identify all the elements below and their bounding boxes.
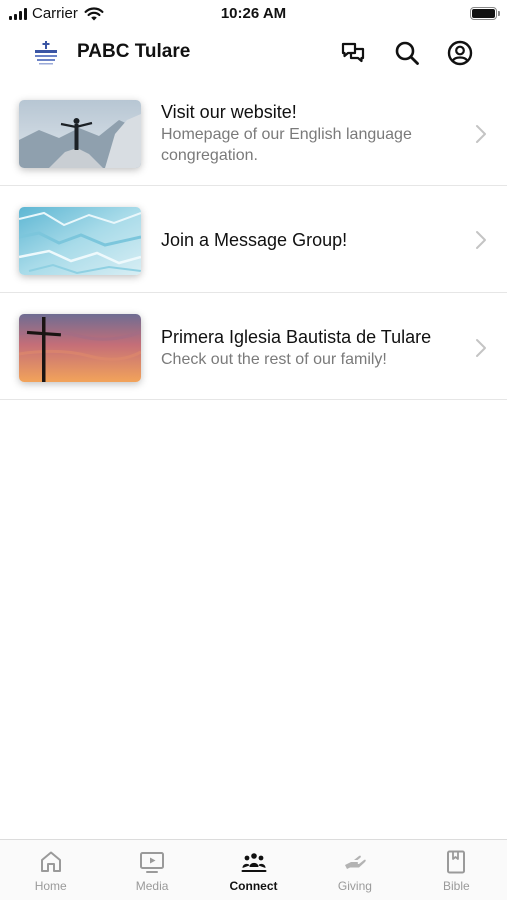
chat-button[interactable]: [339, 39, 367, 67]
people-group-icon: [241, 853, 267, 872]
list-item-message-group[interactable]: Join a Message Group!: [0, 186, 507, 293]
list-item-text: Join a Message Group!: [161, 229, 447, 251]
list-item-website[interactable]: Visit our website! Homepage of our Engli…: [0, 79, 507, 186]
tab-bible-label: Bible: [442, 879, 470, 893]
chevron-right-icon: [476, 231, 486, 249]
tab-media-label: Media: [135, 879, 169, 893]
chevron-right-icon: [476, 339, 486, 357]
search-icon: [395, 41, 419, 65]
list-item-title: Join a Message Group!: [161, 230, 348, 250]
tab-bible[interactable]: Bible: [406, 840, 507, 900]
chat-icon: [341, 42, 365, 63]
list-item-text: Visit our website! Homepage of our Engli…: [161, 101, 447, 166]
account-icon: [447, 40, 473, 66]
status-time: 10:26 AM: [220, 5, 287, 22]
status-bar: Carrier 10:26 AM: [0, 0, 507, 28]
tab-connect[interactable]: Connect: [203, 840, 304, 900]
tab-media[interactable]: Media: [101, 840, 202, 900]
thumbnail-cross-image: [19, 314, 141, 382]
account-button[interactable]: [446, 39, 474, 67]
list-item-primera-iglesia[interactable]: Primera Iglesia Bautista de Tulare Check…: [0, 293, 507, 400]
tab-home[interactable]: Home: [0, 840, 101, 900]
thumbnail-water-image: [19, 207, 141, 275]
app-title: PABC Tulare: [77, 41, 191, 62]
list-item-title: Primera Iglesia Bautista de Tulare: [161, 327, 432, 347]
list-item-text: Primera Iglesia Bautista de Tulare Check…: [161, 326, 447, 370]
search-button[interactable]: [393, 39, 421, 67]
chevron-right-icon: [476, 125, 486, 143]
giving-hand-icon: [344, 855, 366, 869]
tab-home-label: Home: [34, 879, 67, 893]
media-play-icon: [140, 852, 165, 873]
connect-link-list: Visit our website! Homepage of our Engli…: [0, 79, 507, 400]
thumbnail-mountain-image: [19, 100, 141, 168]
tab-bar: Home Media Connect Giving Bible: [0, 839, 507, 900]
tab-connect-label: Connect: [229, 879, 278, 893]
bible-book-icon: [447, 850, 466, 874]
list-item-subtitle: Check out the rest of our family!: [161, 351, 387, 368]
battery-icon: [470, 7, 500, 20]
tab-giving[interactable]: Giving: [304, 840, 405, 900]
list-item-subtitle: Homepage of our English language congreg…: [161, 126, 412, 164]
list-item-title: Visit our website!: [161, 102, 297, 122]
home-icon: [40, 851, 61, 872]
app-header: PABC Tulare: [0, 30, 507, 76]
tab-giving-label: Giving: [337, 879, 372, 893]
church-logo-icon: [31, 39, 61, 67]
